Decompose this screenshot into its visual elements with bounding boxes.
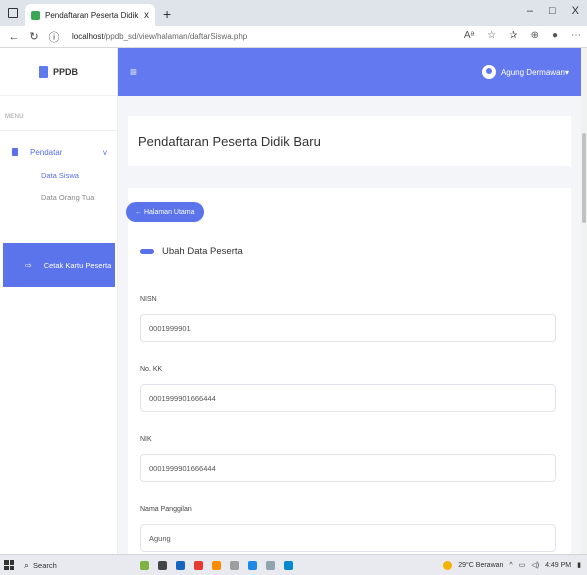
reload-button[interactable]: ↻ [26,30,42,43]
nama-panggilan-input[interactable]: Agung [140,524,556,552]
restore-button[interactable]: □ [549,5,556,17]
store-app-icon[interactable] [230,560,239,570]
section-title-text: Ubah Data Peserta [162,246,243,257]
sidebar-item-label: Pendatar [30,147,63,157]
caret-down-icon: ▾ [564,67,569,77]
nama-panggilan-label: Nama Panggilan [140,506,192,513]
user-menu[interactable]: Agung Dermawan ▾ [481,65,569,79]
form-card: ← Halaman Utama Ubah Data Peserta NISN 0… [126,188,571,554]
page-scrollbar[interactable] [581,48,587,554]
profile-icon[interactable]: ● [552,30,558,41]
more-menu-icon[interactable]: ⋯ [571,30,581,41]
tab-close-icon[interactable]: x [144,10,149,21]
brand-name: PPDB [52,66,78,77]
chevron-down-icon: v [103,147,107,157]
widget-app-icon[interactable] [140,560,149,570]
notification-icon[interactable]: ▮ [577,561,581,569]
volume-icon[interactable]: ◁) [531,561,539,569]
new-tab-button[interactable]: + [163,6,171,22]
sidebar-subitem-data-orang-tua[interactable]: Data Orang Tua [0,185,117,207]
site-info-icon[interactable]: ⓘ [46,29,62,45]
hamburger-menu-icon[interactable]: ≡ [130,65,137,79]
divider [0,130,117,131]
read-aloud-icon[interactable]: Aᵃ [464,30,474,41]
taskbar-apps [140,560,293,570]
vscode-app-icon[interactable] [284,560,293,570]
page-title-card: Pendaftaran Peserta Didik Baru [128,116,571,166]
close-window-button[interactable]: X [572,5,579,17]
browser-tab-strip: Pendaftaran Peserta Didik Baru x + – □ X [0,0,587,26]
top-header: ≡ Agung Dermawan ▾ [118,48,581,96]
section-title: Ubah Data Peserta [140,246,243,257]
brand-logo-icon [38,65,48,78]
nisn-label: NISN [140,296,157,303]
favorite-star-icon[interactable]: ☆ [487,30,496,41]
network-icon[interactable]: ▭ [519,561,526,569]
sidebar: PPDB MENU Pendatar v Data Siswa Data Ora… [0,48,118,554]
main-content: Pendaftaran Peserta Didik Baru ← Halaman… [118,96,581,554]
search-label: Search [33,560,57,570]
no-kk-label: No. KK [140,366,163,373]
document-icon [12,148,18,156]
brand[interactable]: PPDB [0,48,117,96]
url-path: /ppdb_sd/view/halaman/daftarSiswa.php [103,32,248,41]
edge-browser-icon[interactable] [248,560,257,570]
address-bar: ← ↻ ⓘ localhost/ppdb_sd/view/halaman/daf… [0,26,587,48]
user-name: Agung Dermawan [500,67,565,77]
url-host: localhost [72,32,104,41]
search-icon: ⌕ [24,559,30,570]
scrollbar-thumb[interactable] [582,133,586,223]
tab-title: Pendaftaran Peserta Didik Baru [45,10,140,20]
settings-app-icon[interactable] [266,560,275,570]
url-field[interactable]: localhost/ppdb_sd/view/halaman/daftarSis… [72,32,247,41]
weather-icon [443,560,453,570]
no-kk-input[interactable]: 0001999901666444 [140,384,556,412]
task-view-icon[interactable] [158,560,167,570]
menu-label: MENU [5,114,24,120]
section-marker-icon [140,249,154,254]
weather-text[interactable]: 29°C Berawan [458,562,503,569]
pen-app-icon[interactable] [176,560,185,570]
tray-overflow-icon[interactable]: ^ [509,562,512,569]
back-button[interactable]: ← [6,31,22,43]
browser-toolbar: Aᵃ ☆ ✰ ⊕ ● ⋯ [464,30,581,41]
sign-in-icon: ⇨ [25,260,32,270]
nik-label: NIK [140,436,152,443]
browser-tab[interactable]: Pendaftaran Peserta Didik Baru x [25,4,155,26]
home-button[interactable]: ← Halaman Utama [126,202,204,222]
favorites-icon[interactable]: ✰ [509,30,517,41]
nik-input[interactable]: 0001999901666444 [140,454,556,482]
tab-actions-icon[interactable] [8,8,18,18]
windows-start-icon[interactable] [4,560,14,570]
office-app-icon[interactable] [194,560,203,570]
avatar [481,65,496,79]
time-text[interactable]: 4:49 PM [545,562,571,569]
taskbar: ⌕ Search 29°C Berawan ^ ▭ ◁) 4:49 PM ▮ [0,554,587,575]
window-controls: – □ X [527,5,579,17]
system-tray: 29°C Berawan ^ ▭ ◁) 4:49 PM ▮ [443,560,587,570]
nisn-input[interactable]: 0001999901 [140,314,556,342]
file-explorer-icon[interactable] [212,560,221,570]
page-title: Pendaftaran Peserta Didik Baru [138,133,321,149]
favicon-icon [31,10,40,20]
sidebar-subitem-data-siswa[interactable]: Data Siswa [0,163,117,185]
print-card-button[interactable]: ⇨ Cetak Kartu Peserta [3,243,115,287]
collections-icon[interactable]: ⊕ [531,30,539,41]
minimize-button[interactable]: – [527,5,533,17]
sidebar-item-pendatar[interactable]: Pendatar v [0,141,117,163]
taskbar-search[interactable]: ⌕ Search [24,560,94,571]
print-card-label: Cetak Kartu Peserta [43,260,112,270]
